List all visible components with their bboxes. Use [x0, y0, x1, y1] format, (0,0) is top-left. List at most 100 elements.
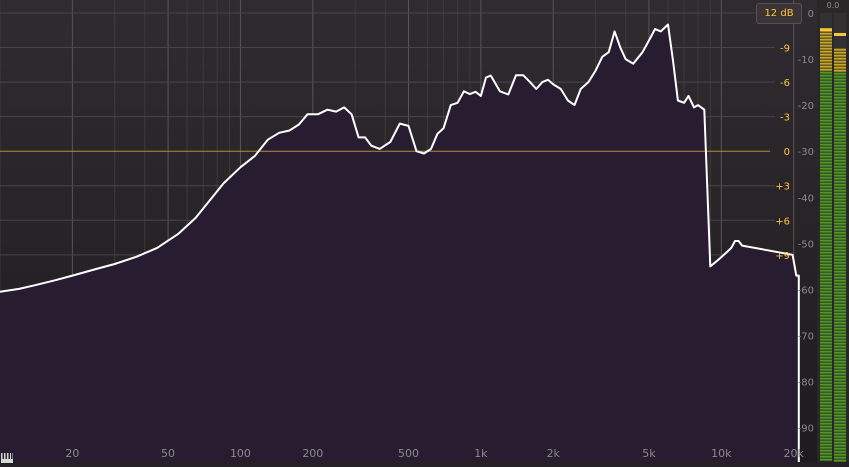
meter-segment: [820, 113, 832, 116]
meter-segment: [820, 236, 832, 239]
meter-segment: [820, 122, 832, 125]
meter-segment: [834, 72, 846, 75]
meter-segment: [820, 101, 832, 104]
eq-tick-label: +6: [775, 216, 790, 227]
meter-segment: [834, 177, 846, 180]
meter-segment: [834, 57, 846, 60]
meter-segment: [820, 203, 832, 206]
meter-segment: [820, 155, 832, 158]
meter-segment: [820, 350, 832, 353]
meter-segment: [820, 455, 832, 458]
meter-segment: [820, 200, 832, 203]
meter-segment: [834, 405, 846, 408]
meter-segment: [834, 396, 846, 399]
meter-segment: [820, 116, 832, 119]
meter-segment: [820, 98, 832, 101]
meter-segment: [834, 246, 846, 249]
meter-segment: [834, 132, 846, 135]
meter-segment: [834, 372, 846, 375]
meter-segment: [834, 357, 846, 360]
meter-segment: [820, 143, 832, 146]
meter-segment: [834, 369, 846, 372]
meter-segment: [834, 453, 846, 456]
meter-segment: [820, 431, 832, 434]
meter-segment: [820, 365, 832, 368]
meter-segment: [820, 251, 832, 254]
meter-segment: [834, 348, 846, 351]
db-tick-label: -60: [798, 285, 814, 296]
meter-segment: [834, 141, 846, 144]
meter-segment: [834, 135, 846, 138]
meter-segment: [820, 218, 832, 221]
meter-segment: [820, 107, 832, 110]
meter-segment: [834, 414, 846, 417]
meter-segment: [820, 302, 832, 305]
meter-segment: [834, 279, 846, 282]
db-tick-label: -30: [798, 147, 814, 158]
meter-segment: [820, 353, 832, 356]
meter-segment: [834, 234, 846, 237]
meter-segment: [820, 326, 832, 329]
meter-segment: [834, 237, 846, 240]
meter-segment: [820, 38, 832, 41]
meter-segment: [820, 356, 832, 359]
meter-segment: [834, 147, 846, 150]
freq-tick-label: 500: [398, 447, 419, 460]
meter-segment: [820, 269, 832, 272]
meter-segment: [820, 395, 832, 398]
meter-segment: [834, 87, 846, 90]
meter-segment: [834, 240, 846, 243]
meter-segment: [834, 81, 846, 84]
meter-segment: [834, 294, 846, 297]
meter-segment: [820, 191, 832, 194]
meter-segment: [834, 111, 846, 114]
meter-segment: [834, 201, 846, 204]
meter-segment: [820, 338, 832, 341]
meter-segment: [834, 408, 846, 411]
meter-segment: [834, 138, 846, 141]
range-button[interactable]: 12 dB: [756, 3, 802, 24]
meter-segment: [834, 159, 846, 162]
meter-segment: [834, 447, 846, 450]
meter-segment: [820, 458, 832, 461]
meter-segment: [820, 254, 832, 257]
piano-keys-icon[interactable]: [1, 448, 13, 463]
meter-segment: [820, 188, 832, 191]
meter-segment: [834, 381, 846, 384]
meter-segment: [834, 144, 846, 147]
meter-segment: [820, 215, 832, 218]
freq-tick-label: 50: [161, 447, 175, 460]
meter-segment: [820, 74, 832, 77]
meter-segment: [834, 165, 846, 168]
meter-segment: [820, 209, 832, 212]
meter-segment: [834, 270, 846, 273]
db-tick-label: -50: [798, 239, 814, 250]
meter-segment: [834, 51, 846, 54]
meter-segment: [834, 444, 846, 447]
meter-segment: [834, 291, 846, 294]
meter-segment: [820, 278, 832, 281]
meter-segment: [820, 263, 832, 266]
meter-segment: [834, 123, 846, 126]
meter-segment: [820, 398, 832, 401]
meter-segment: [834, 96, 846, 99]
meter-segment: [820, 287, 832, 290]
meter-segment: [820, 413, 832, 416]
meter-segment: [820, 368, 832, 371]
meter-segment: [834, 60, 846, 63]
freq-tick-label: 200: [302, 447, 323, 460]
meter-segment: [820, 164, 832, 167]
meter-segment: [834, 267, 846, 270]
meter-segment: [820, 374, 832, 377]
meter-segment: [820, 245, 832, 248]
freq-tick-label: 10k: [711, 447, 732, 460]
meter-segment: [834, 351, 846, 354]
meter-segment: [820, 434, 832, 437]
meter-segment: [834, 420, 846, 423]
meter-segment: [820, 65, 832, 68]
meter-segment: [834, 342, 846, 345]
db-tick-label: -10: [798, 55, 814, 66]
meter-segment: [820, 260, 832, 263]
meter-segment: [834, 156, 846, 159]
meter-segment: [820, 314, 832, 317]
